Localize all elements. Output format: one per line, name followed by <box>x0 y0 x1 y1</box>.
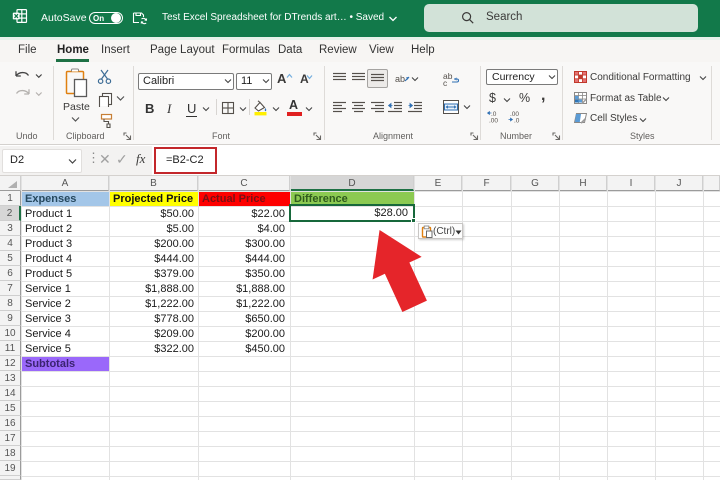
svg-text:ab: ab <box>395 74 405 84</box>
svg-text:.00: .00 <box>489 118 498 124</box>
svg-text:.0: .0 <box>514 118 520 124</box>
